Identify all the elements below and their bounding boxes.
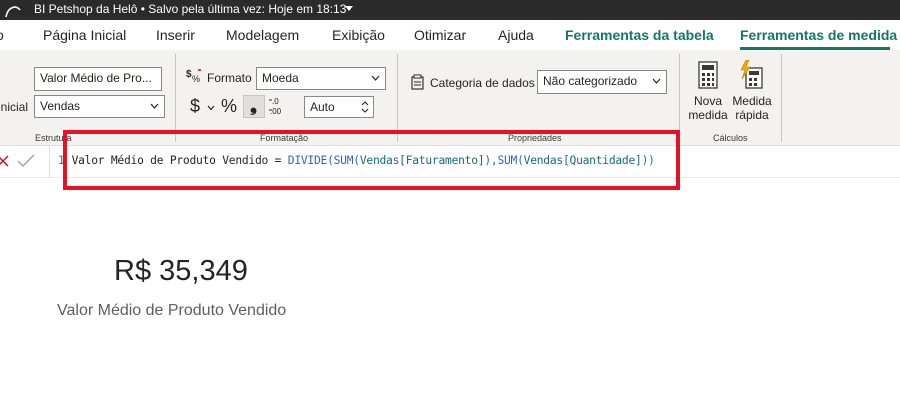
data-category-value: Não categorizado bbox=[543, 74, 638, 88]
new-measure-label-1: Nova bbox=[693, 94, 722, 108]
svg-text:.00: .00 bbox=[270, 107, 282, 116]
tab-view[interactable]: Exibição bbox=[332, 27, 385, 43]
tab-table-tools[interactable]: Ferramentas da tabela bbox=[565, 27, 714, 43]
measure-name-value: Valor Médio de Pro... bbox=[40, 71, 152, 85]
percent-button[interactable]: % bbox=[221, 96, 237, 117]
format-icon: $ % bbox=[186, 69, 201, 84]
group-separator bbox=[781, 54, 782, 142]
tab-file[interactable]: o bbox=[0, 27, 4, 43]
decimal-places-icon[interactable]: .0 .00 bbox=[268, 96, 284, 116]
tab-home[interactable]: Página Inicial bbox=[43, 27, 126, 43]
card-label: Valor Médio de Produto Vendido bbox=[57, 302, 287, 319]
decimal-places-spinner[interactable]: Auto bbox=[304, 96, 374, 118]
format-value: Moeda bbox=[262, 71, 299, 85]
chevron-down-icon bbox=[371, 75, 380, 81]
comma-symbol: ❟ bbox=[250, 95, 258, 115]
commit-formula-icon[interactable] bbox=[17, 154, 35, 168]
tab-insert[interactable]: Inserir bbox=[156, 27, 195, 43]
decimal-places-value: Auto bbox=[310, 100, 335, 114]
window-title: BI Petshop da Helô • Salvo pela última v… bbox=[34, 2, 347, 16]
new-measure-label-2: medida bbox=[688, 108, 728, 122]
format-dropdown[interactable]: Moeda bbox=[256, 67, 386, 90]
home-table-dropdown[interactable]: Vendas bbox=[34, 95, 165, 118]
tab-modeling[interactable]: Modelagem bbox=[226, 27, 299, 43]
comma-style-button[interactable]: ❟ bbox=[243, 95, 265, 118]
spinner-arrows-icon[interactable] bbox=[360, 98, 370, 116]
data-category-icon bbox=[411, 74, 424, 90]
cancel-formula-icon[interactable] bbox=[0, 154, 9, 168]
chevron-down-icon bbox=[150, 103, 159, 109]
quick-calculator-icon bbox=[740, 60, 763, 89]
chevron-down-icon[interactable] bbox=[207, 105, 215, 111]
chevron-down-icon[interactable] bbox=[344, 5, 354, 13]
group-separator bbox=[679, 54, 680, 142]
calculator-icon bbox=[698, 61, 718, 89]
chevron-down-icon bbox=[652, 78, 661, 84]
group-label-calculos: Cálculos bbox=[713, 133, 748, 143]
measure-name-field[interactable]: Valor Médio de Pro... bbox=[34, 67, 162, 91]
svg-text:.0: .0 bbox=[272, 97, 279, 106]
highlight-annotation bbox=[63, 130, 680, 190]
data-category-label: Categoria de dados bbox=[430, 76, 535, 90]
quick-measure-label-1: Medida bbox=[732, 94, 772, 108]
quick-measure-label-2: rápida bbox=[735, 108, 769, 122]
formula-bar-divider bbox=[49, 146, 50, 178]
ribbon-tabs: o Página Inicial Inserir Modelagem Exibi… bbox=[0, 20, 900, 50]
currency-button[interactable]: $ bbox=[190, 96, 200, 117]
tab-measure-tools[interactable]: Ferramentas de medida bbox=[740, 27, 897, 43]
tab-optimize[interactable]: Otimizar bbox=[414, 27, 466, 43]
home-table-value: Vendas bbox=[40, 99, 81, 113]
home-table-label: inicial bbox=[0, 100, 29, 114]
new-measure-button[interactable]: Nova medida bbox=[686, 60, 730, 122]
format-label: Formato bbox=[207, 71, 252, 85]
tab-help[interactable]: Ajuda bbox=[498, 27, 534, 43]
card-value: R$ 35,349 bbox=[114, 255, 248, 287]
back-arrow-icon[interactable] bbox=[3, 1, 23, 19]
group-separator bbox=[397, 54, 398, 142]
group-separator bbox=[175, 54, 176, 142]
data-category-dropdown[interactable]: Não categorizado bbox=[537, 70, 667, 94]
title-bar: BI Petshop da Helô • Salvo pela última v… bbox=[0, 0, 900, 20]
quick-measure-button[interactable]: Medida rápida bbox=[730, 60, 774, 122]
svg-text:%: % bbox=[192, 74, 200, 84]
